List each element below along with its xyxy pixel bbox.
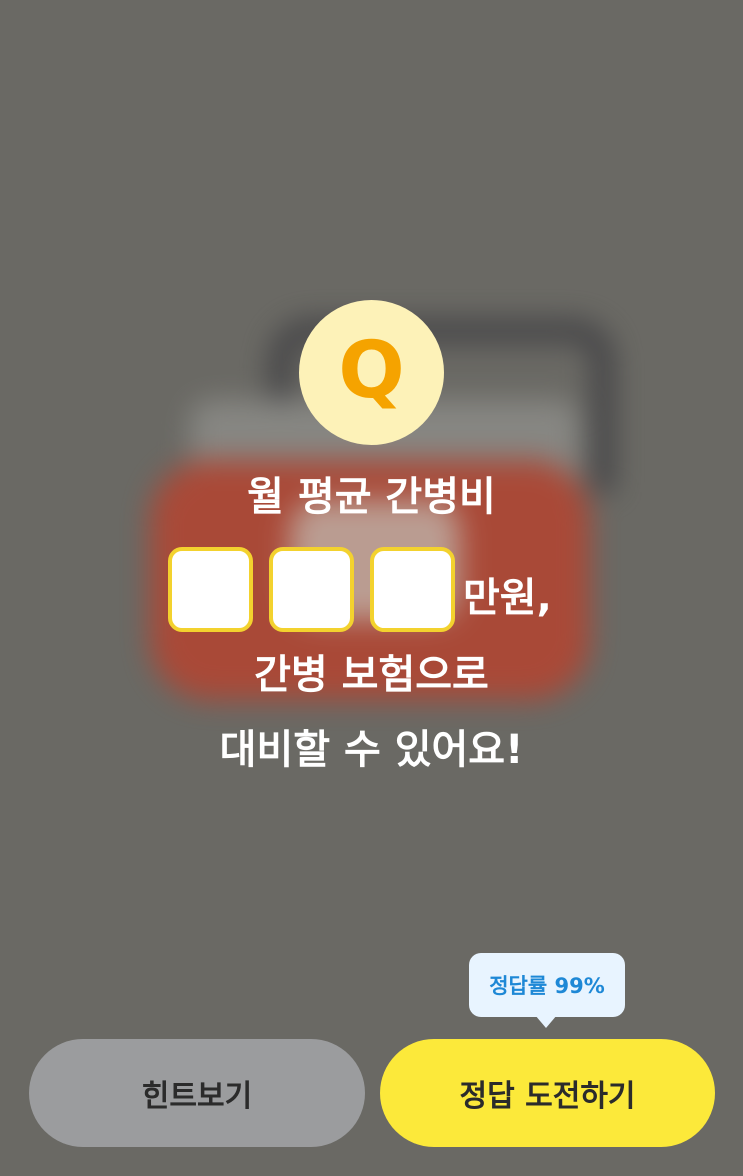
question-line-3: 간병 보험으로 xyxy=(254,652,489,698)
correct-rate-tooltip: 정답률 99% xyxy=(469,953,625,1017)
question-badge-letter: Q xyxy=(338,325,405,416)
answer-challenge-button-label: 정답 도전하기 xyxy=(459,1079,636,1114)
answer-blank-3[interactable] xyxy=(370,546,455,632)
answer-blank-1[interactable] xyxy=(168,546,253,632)
answer-blank-row: 만원, xyxy=(168,544,552,634)
answer-challenge-button[interactable]: 정답 도전하기 xyxy=(380,1039,715,1147)
question-line-1: 월 평균 간병비 xyxy=(247,474,496,520)
correct-rate-text: 정답률 99% xyxy=(489,974,605,998)
hint-button[interactable]: 힌트보기 xyxy=(29,1039,365,1147)
answer-unit-suffix: 만원, xyxy=(463,575,552,621)
question-badge-icon: Q xyxy=(299,300,444,445)
answer-blank-2[interactable] xyxy=(269,546,354,632)
tooltip-tail xyxy=(535,1015,557,1028)
question-line-4: 대비할 수 있어요! xyxy=(219,727,524,773)
hint-button-label: 힌트보기 xyxy=(141,1079,253,1114)
